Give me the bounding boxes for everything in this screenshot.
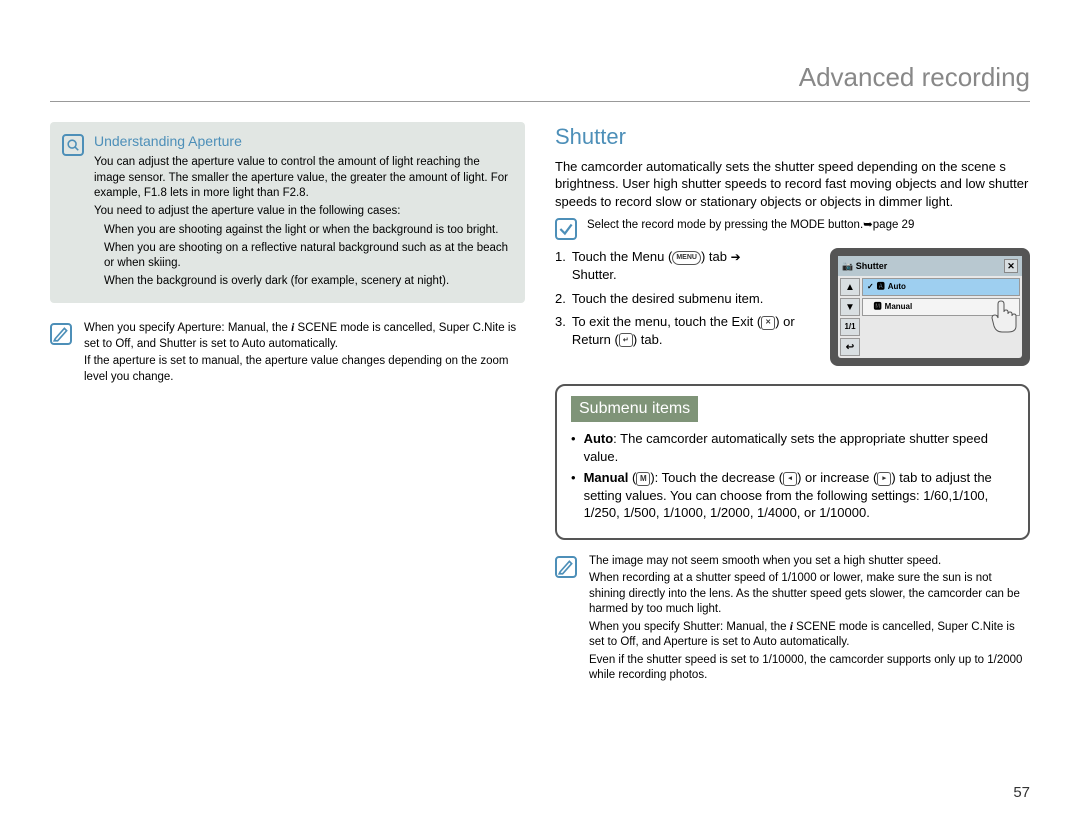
decrease-badge: ◂ [783, 472, 797, 486]
screen-header: 📷 Shutter ✕ [838, 256, 1022, 276]
screen-back-btn: ↩ [840, 338, 860, 356]
shutter-note-4: Even if the shutter speed is set to 1/10… [589, 653, 1030, 684]
shutter-intro: The camcorder automatically sets the shu… [555, 158, 1030, 211]
steps-and-screen: 1. Touch the Menu (MENU) tab ➔ Shutter. … [555, 248, 1030, 366]
aperture-note: When you specify Aperture: Manual, the i… [50, 321, 525, 387]
aperture-note-2: If the aperture is set to manual, the ap… [84, 354, 525, 385]
submenu-manual: • Manual (M): Touch the decrease (◂) or … [571, 469, 1014, 522]
shutter-notes-text: The image may not seem smooth when you s… [589, 554, 1030, 686]
aperture-info-title: Understanding Aperture [94, 132, 513, 151]
content-columns: Understanding Aperture You can adjust th… [50, 122, 1030, 698]
step-1: 1. Touch the Menu (MENU) tab ➔ Shutter. [555, 248, 816, 283]
aperture-case-1: When you are shooting against the light … [94, 223, 513, 239]
submenu-items-box: Submenu items • Auto: The camcorder auto… [555, 384, 1030, 539]
precheck: Select the record mode by pressing the M… [555, 218, 1030, 240]
check-icon [555, 218, 577, 240]
shutter-note-2: When recording at a shutter speed of 1/1… [589, 571, 1030, 618]
screen-up-btn: ▲ [840, 278, 860, 296]
page-header: Advanced recording [50, 60, 1030, 102]
arrow-icon: ➔ [731, 250, 741, 264]
screen-close-btn: ✕ [1004, 259, 1018, 273]
right-column: Shutter The camcorder automatically sets… [555, 122, 1030, 698]
shutter-note-3: When you specify Shutter: Manual, the i … [589, 620, 1030, 651]
note-icon-2 [555, 556, 577, 578]
step-2: 2. Touch the desired submenu item. [555, 290, 816, 308]
aperture-p2: You need to adjust the aperture value in… [94, 204, 513, 220]
increase-badge: ▸ [877, 472, 891, 486]
page-title: Advanced recording [799, 62, 1030, 92]
note-icon [50, 323, 72, 345]
return-badge: ↵ [619, 333, 633, 347]
aperture-note-text: When you specify Aperture: Manual, the i… [84, 321, 525, 387]
left-column: Understanding Aperture You can adjust th… [50, 122, 525, 698]
magnifier-icon [62, 134, 84, 156]
shutter-notes: The image may not seem smooth when you s… [555, 554, 1030, 686]
aperture-info-box: Understanding Aperture You can adjust th… [50, 122, 525, 303]
shutter-title: Shutter [555, 122, 1030, 152]
lcd-screen-mock: 📷 Shutter ✕ ▲ ✓ 🅰 Auto ▼ [830, 248, 1030, 366]
precheck-text: Select the record mode by pressing the M… [587, 218, 1030, 234]
aperture-case-2: When you are shooting on a reflective na… [94, 241, 513, 272]
close-badge: ✕ [761, 316, 775, 330]
screen-page-btn: 1/1 [840, 318, 860, 336]
submenu-auto: • Auto: The camcorder automatically sets… [571, 430, 1014, 465]
steps-list: 1. Touch the Menu (MENU) tab ➔ Shutter. … [555, 248, 816, 354]
shutter-note-1: The image may not seem smooth when you s… [589, 554, 1030, 570]
screen-item-auto: ✓ 🅰 Auto [862, 278, 1020, 296]
screen-item-manual: 🅼 Manual [862, 298, 1020, 316]
step-3: 3. To exit the menu, touch the Exit (✕) … [555, 313, 816, 348]
aperture-note-1: When you specify Aperture: Manual, the i… [84, 321, 525, 352]
page-number: 57 [1013, 783, 1030, 803]
submenu-title: Submenu items [571, 396, 698, 422]
aperture-p1: You can adjust the aperture value to con… [94, 155, 513, 202]
menu-badge: MENU [672, 251, 701, 265]
aperture-case-3: When the background is overly dark (for … [94, 274, 513, 290]
screen-down-btn: ▼ [840, 298, 860, 316]
aperture-info-body: Understanding Aperture You can adjust th… [94, 132, 513, 291]
aperture-cases: When you are shooting against the light … [94, 223, 513, 289]
manual-mode-icon: M [636, 472, 650, 486]
